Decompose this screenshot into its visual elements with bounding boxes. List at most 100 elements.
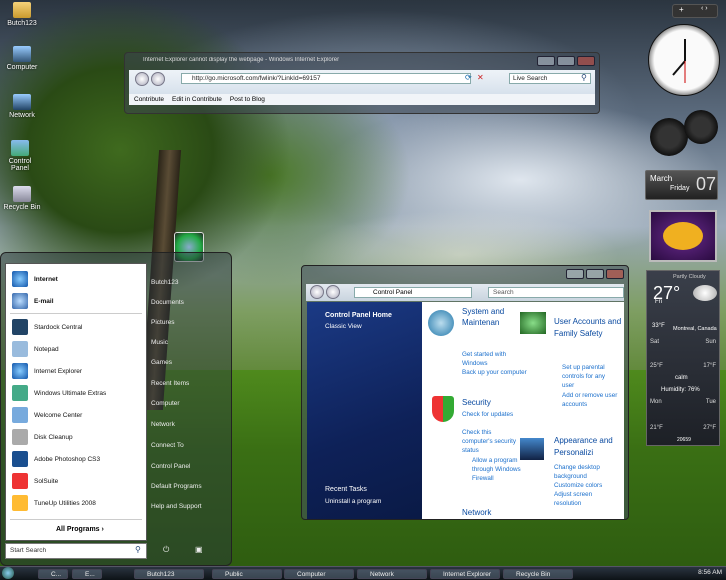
user-accounts-category[interactable]: User Accounts and Family Safety xyxy=(554,316,624,340)
taskbar-button[interactable]: Recycle Bin xyxy=(503,569,573,579)
cp-link[interactable]: Change desktop background xyxy=(554,463,618,481)
all-programs-button[interactable]: All Programs › xyxy=(56,526,104,533)
breadcrumb[interactable]: Control Panel xyxy=(354,287,472,298)
taskbar-button[interactable]: E... xyxy=(72,569,102,579)
system-category[interactable]: System and Maintenan xyxy=(462,306,528,328)
extras-icon xyxy=(12,385,28,401)
places-item[interactable]: Recent Items xyxy=(151,380,189,387)
recent-program[interactable]: Welcome Center xyxy=(12,406,82,424)
recent-program[interactable]: Adobe Photoshop CS3 xyxy=(12,450,100,468)
cp-link[interactable]: Check this computer's security status xyxy=(462,428,520,455)
recent-program[interactable]: TuneUp Utilities 2008 xyxy=(12,494,96,512)
clock-gadget[interactable] xyxy=(648,24,720,96)
network-category[interactable]: Network xyxy=(462,508,491,517)
start-search-input[interactable]: Start Search xyxy=(5,543,147,559)
uninstall-program-link[interactable]: Uninstall a program xyxy=(325,498,381,505)
lakers-picture-gadget[interactable] xyxy=(649,210,717,262)
forecast-temps-2: 21°F 27°F xyxy=(650,425,716,431)
forward-button[interactable] xyxy=(151,72,165,86)
lock-icon[interactable]: ▣ xyxy=(195,545,203,554)
refresh-icon[interactable]: ⟳ xyxy=(465,73,472,82)
back-button[interactable] xyxy=(310,285,324,299)
desktop-icon-control-panel[interactable]: Control Panel xyxy=(0,140,40,172)
places-item[interactable]: Default Programs xyxy=(151,483,202,490)
desktop-icon-user-folder[interactable]: Butch123 xyxy=(0,2,44,27)
search-icon[interactable]: ⚲ xyxy=(581,73,587,82)
sidebar-controls[interactable]: + ‹ › xyxy=(672,4,718,18)
places-item[interactable]: Network xyxy=(151,421,175,428)
recent-program[interactable]: Disk Cleanup xyxy=(12,428,73,446)
minimize-button[interactable] xyxy=(566,269,584,279)
contribute-toolbar: Contribute Edit in Contribute Post to Bl… xyxy=(129,94,595,105)
pinned-email[interactable]: E-mail xyxy=(12,292,54,310)
weather-gadget[interactable]: Partly Cloudy 27° Fri 33°F Montreal, Can… xyxy=(646,270,720,446)
places-item[interactable]: Documents xyxy=(151,299,184,306)
desktop-icon-network[interactable]: Network xyxy=(0,94,44,119)
control-panel-home-link[interactable]: Control Panel Home xyxy=(325,312,392,319)
partly-cloudy-icon xyxy=(693,285,717,301)
places-item[interactable]: Games xyxy=(151,359,172,366)
close-button[interactable] xyxy=(577,56,595,66)
contribute-button[interactable]: Contribute xyxy=(134,96,164,103)
cp-link[interactable]: Get started with Windows xyxy=(462,350,530,368)
desktop-icon-computer[interactable]: Computer xyxy=(0,46,44,71)
clock-face-icon xyxy=(672,39,686,83)
recent-program[interactable]: SolSuite xyxy=(12,472,58,490)
places-item[interactable]: Butch123 xyxy=(151,279,178,286)
taskbar-button[interactable]: Butch123 xyxy=(134,569,204,579)
desktop-icon-recycle-bin[interactable]: Recycle Bin xyxy=(0,186,44,211)
stop-icon[interactable]: ✕ xyxy=(477,73,484,82)
cp-link[interactable]: Add or remove user accounts xyxy=(562,391,620,409)
tuneup-icon xyxy=(12,495,28,511)
control-panel-window[interactable]: Control Panel Search Control Panel Home … xyxy=(301,265,629,520)
recent-program[interactable]: Notepad xyxy=(12,340,59,358)
post-to-blog-button[interactable]: Post to Blog xyxy=(230,96,265,103)
folder-icon xyxy=(13,2,31,18)
arrows-icon[interactable]: ‹ › xyxy=(701,5,708,12)
places-item[interactable]: Music xyxy=(151,339,168,346)
places-item[interactable]: Computer xyxy=(151,400,180,407)
recent-program[interactable]: Internet Explorer xyxy=(12,362,82,380)
cp-search-input[interactable]: Search xyxy=(488,287,624,298)
power-icon[interactable]: ⏻ xyxy=(163,545,169,555)
places-item[interactable]: Help and Support xyxy=(151,503,202,510)
taskbar-button[interactable]: Network xyxy=(357,569,427,579)
search-icon[interactable]: ⚲ xyxy=(135,545,141,554)
notepad-icon xyxy=(12,341,28,357)
places-item[interactable]: Connect To xyxy=(151,442,184,449)
pinned-internet[interactable]: Internet xyxy=(12,270,58,288)
edit-in-contribute-button[interactable]: Edit in Contribute xyxy=(172,96,222,103)
network-icon xyxy=(13,94,31,110)
appearance-category[interactable]: Appearance and Personalizi xyxy=(554,435,624,459)
minimize-button[interactable] xyxy=(537,56,555,66)
recent-program[interactable]: Windows Ultimate Extras xyxy=(12,384,106,402)
back-button[interactable] xyxy=(135,72,149,86)
internet-explorer-window[interactable]: Internet Explorer cannot display the web… xyxy=(124,52,600,114)
add-gadget-icon[interactable]: + xyxy=(679,5,684,14)
close-button[interactable] xyxy=(606,269,624,279)
taskbar-button[interactable]: Public xyxy=(212,569,282,579)
taskbar-button[interactable]: C... xyxy=(38,569,68,579)
recent-program[interactable]: Stardock Central xyxy=(12,318,82,336)
places-item[interactable]: Pictures xyxy=(151,319,174,326)
cp-link[interactable]: Back up your computer xyxy=(462,368,530,377)
cp-link[interactable]: Allow a program through Windows Firewall xyxy=(472,456,522,483)
address-bar[interactable]: http://go.microsoft.com/fwlink/?LinkId=6… xyxy=(181,73,471,84)
places-item[interactable]: Control Panel xyxy=(151,463,190,470)
cp-link[interactable]: Adjust screen resolution xyxy=(554,490,618,508)
maximize-button[interactable] xyxy=(586,269,604,279)
cp-link[interactable]: Set up parental controls for any user xyxy=(562,363,618,390)
taskbar-button[interactable]: Computer xyxy=(284,569,354,579)
classic-view-link[interactable]: Classic View xyxy=(325,323,362,330)
cp-link[interactable]: Check for updates xyxy=(462,410,520,419)
cp-link[interactable]: Customize colors xyxy=(554,481,618,490)
appearance-icon xyxy=(520,438,544,460)
maximize-button[interactable] xyxy=(557,56,575,66)
forward-button[interactable] xyxy=(326,285,340,299)
taskbar-button[interactable]: Internet Explorer xyxy=(430,569,500,579)
system-clock[interactable]: 8:56 AM xyxy=(698,569,722,576)
live-search-box[interactable]: Live Search xyxy=(509,73,591,84)
calendar-gadget[interactable]: March Friday 07 xyxy=(645,170,718,200)
security-category[interactable]: Security xyxy=(462,398,491,407)
start-button-icon[interactable] xyxy=(2,567,14,579)
